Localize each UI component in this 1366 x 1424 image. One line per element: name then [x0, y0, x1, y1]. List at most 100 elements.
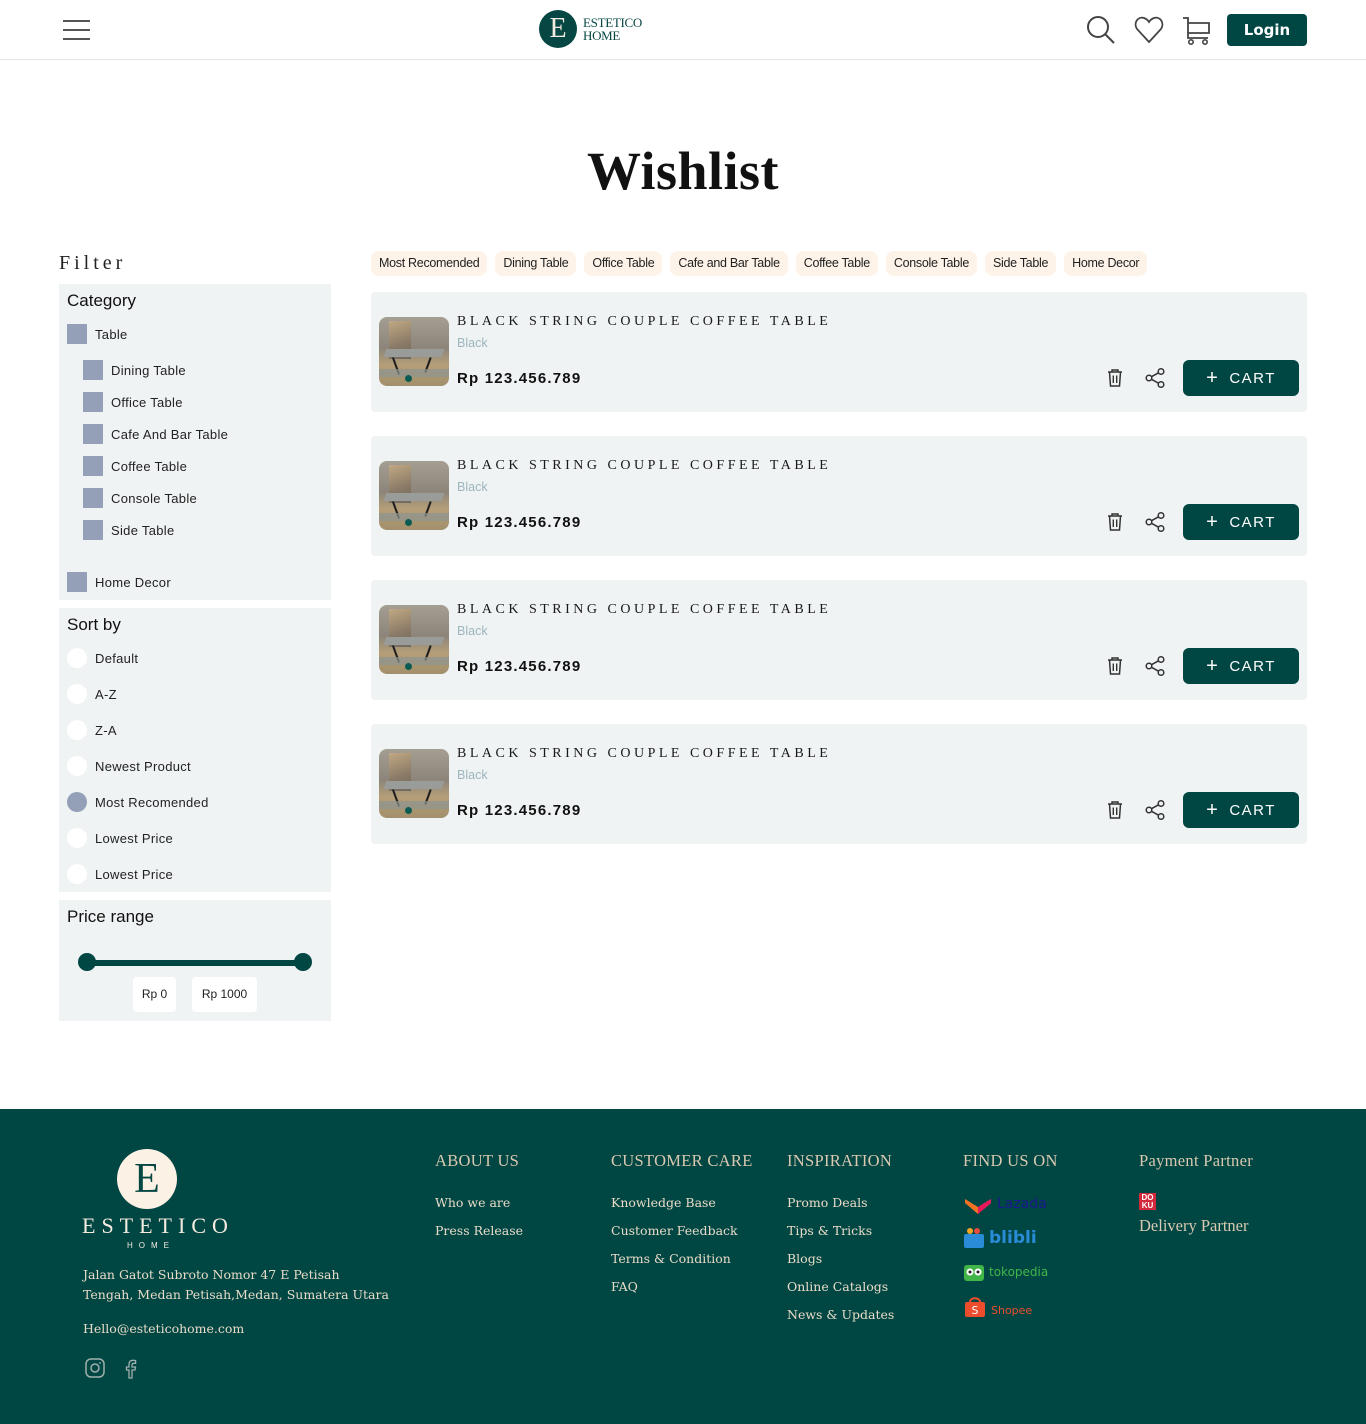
category-checkbox-cafe-bar-table[interactable]: Cafe And Bar Table — [83, 424, 228, 444]
sort-radio-a-z[interactable]: A-Z — [67, 684, 117, 704]
category-checkbox-table[interactable]: Table — [67, 324, 128, 344]
footer-link-blogs[interactable]: Blogs — [787, 1245, 894, 1273]
sort-radio-z-a[interactable]: Z-A — [67, 720, 117, 740]
chip-console-table[interactable]: Console Table — [885, 251, 977, 276]
instagram-icon[interactable] — [84, 1357, 106, 1379]
cart-icon[interactable] — [1182, 15, 1212, 45]
footer-link-knowledge-base[interactable]: Knowledge Base — [611, 1189, 753, 1217]
trash-icon[interactable] — [1104, 367, 1126, 389]
product-name[interactable]: BLACK STRING COUPLE COFFEE TABLE — [457, 314, 831, 330]
footer-email[interactable]: Hello@esteticohome.com — [83, 1321, 244, 1336]
footer-about-title: ABOUT US — [435, 1151, 520, 1170]
trash-icon[interactable] — [1104, 655, 1126, 677]
share-icon[interactable] — [1144, 511, 1166, 533]
product-image[interactable] — [379, 461, 449, 530]
product-image[interactable] — [379, 317, 449, 386]
sort-radio-most-recommended[interactable]: Most Recomended — [67, 792, 209, 812]
footer-link-who-we-are[interactable]: Who we are — [435, 1189, 523, 1217]
product-name[interactable]: BLACK STRING COUPLE COFFEE TABLE — [457, 458, 831, 474]
radio[interactable] — [67, 684, 87, 704]
site-footer: E ESTETICO HOME Jalan Gatot Subroto Nomo… — [0, 1109, 1366, 1424]
checkbox[interactable] — [83, 424, 103, 444]
share-icon[interactable] — [1144, 367, 1166, 389]
tokopedia-logo[interactable]: tokopedia — [963, 1257, 1058, 1287]
logo-text: ESTETICO HOME — [583, 16, 642, 42]
chip-side-table[interactable]: Side Table — [984, 251, 1057, 276]
price-slider-track[interactable] — [87, 960, 303, 966]
category-checkbox-home-decor[interactable]: Home Decor — [67, 572, 171, 592]
radio[interactable] — [67, 648, 87, 668]
price-slider-min-handle[interactable] — [78, 953, 96, 971]
chip-most-recommended[interactable]: Most Recomended — [371, 251, 488, 276]
sort-radio-lowest-price[interactable]: Lowest Price — [67, 828, 173, 848]
search-icon[interactable] — [1086, 15, 1116, 45]
checkbox[interactable] — [83, 520, 103, 540]
checkbox[interactable] — [83, 456, 103, 476]
chip-cafe-bar-table[interactable]: Cafe and Bar Table — [670, 251, 788, 276]
checkbox[interactable] — [67, 324, 87, 344]
footer-inspiration-column: INSPIRATION Promo Deals Tips & Tricks Bl… — [787, 1151, 894, 1329]
doku-logo[interactable]: DO KU — [1139, 1193, 1156, 1210]
cart-button-label: CART — [1229, 513, 1276, 531]
product-image[interactable] — [379, 605, 449, 674]
add-to-cart-button[interactable]: + CART — [1183, 504, 1299, 540]
product-variant: Black — [457, 624, 488, 638]
product-variant: Black — [457, 336, 488, 350]
chip-home-decor[interactable]: Home Decor — [1064, 251, 1148, 276]
add-to-cart-button[interactable]: + CART — [1183, 792, 1299, 828]
radio[interactable] — [67, 864, 87, 884]
footer-link-promo-deals[interactable]: Promo Deals — [787, 1189, 894, 1217]
footer-link-news-updates[interactable]: News & Updates — [787, 1301, 894, 1329]
shopee-logo[interactable]: S Shopee — [963, 1291, 1058, 1321]
product-name[interactable]: BLACK STRING COUPLE COFFEE TABLE — [457, 746, 831, 762]
sort-radio-lowest-price-2[interactable]: Lowest Price — [67, 864, 173, 884]
share-icon[interactable] — [1144, 799, 1166, 821]
checkbox[interactable] — [83, 360, 103, 380]
footer-partner-column: Payment Partner DO KU Delivery Partner — [1139, 1151, 1253, 1236]
menu-icon[interactable] — [63, 18, 91, 42]
radio-selected[interactable] — [67, 792, 87, 812]
footer-link-customer-feedback[interactable]: Customer Feedback — [611, 1217, 753, 1245]
share-icon[interactable] — [1144, 655, 1166, 677]
category-checkbox-coffee-table[interactable]: Coffee Table — [83, 456, 187, 476]
site-logo[interactable]: E ESTETICO HOME — [539, 10, 642, 48]
login-button[interactable]: Login — [1227, 14, 1307, 46]
chip-coffee-table[interactable]: Coffee Table — [795, 251, 878, 276]
footer-link-tips-tricks[interactable]: Tips & Tricks — [787, 1217, 894, 1245]
sort-radio-default[interactable]: Default — [67, 648, 138, 668]
trash-icon[interactable] — [1104, 511, 1126, 533]
facebook-icon[interactable] — [120, 1357, 142, 1379]
heart-icon[interactable] — [1134, 15, 1164, 45]
radio[interactable] — [67, 720, 87, 740]
sort-radio-newest[interactable]: Newest Product — [67, 756, 191, 776]
price-max-input[interactable]: Rp 1000 — [192, 977, 257, 1012]
chip-dining-table[interactable]: Dining Table — [495, 251, 577, 276]
product-name[interactable]: BLACK STRING COUPLE COFFEE TABLE — [457, 602, 831, 618]
price-slider-max-handle[interactable] — [294, 953, 312, 971]
product-price: Rp 123.456.789 — [457, 658, 582, 675]
blibli-logo[interactable]: blibli — [963, 1223, 1058, 1253]
radio[interactable] — [67, 828, 87, 848]
trash-icon[interactable] — [1104, 799, 1126, 821]
footer-link-online-catalogs[interactable]: Online Catalogs — [787, 1273, 894, 1301]
checkbox[interactable] — [67, 572, 87, 592]
category-checkbox-dining-table[interactable]: Dining Table — [83, 360, 186, 380]
footer-link-press-release[interactable]: Press Release — [435, 1217, 523, 1245]
shopee-icon: S — [965, 1297, 985, 1317]
add-to-cart-button[interactable]: + CART — [1183, 648, 1299, 684]
price-min-input[interactable]: Rp 0 — [133, 977, 176, 1012]
product-image[interactable] — [379, 749, 449, 818]
category-checkbox-office-table[interactable]: Office Table — [83, 392, 183, 412]
checkbox[interactable] — [83, 392, 103, 412]
checkbox-label: Home Decor — [95, 574, 171, 590]
category-checkbox-side-table[interactable]: Side Table — [83, 520, 174, 540]
footer-payment-title: Payment Partner — [1139, 1151, 1254, 1170]
footer-link-faq[interactable]: FAQ — [611, 1273, 753, 1301]
chip-office-table[interactable]: Office Table — [584, 251, 663, 276]
radio[interactable] — [67, 756, 87, 776]
checkbox[interactable] — [83, 488, 103, 508]
lazada-logo[interactable]: Lazada — [963, 1189, 1058, 1219]
footer-link-terms[interactable]: Terms & Condition — [611, 1245, 753, 1273]
add-to-cart-button[interactable]: + CART — [1183, 360, 1299, 396]
category-checkbox-console-table[interactable]: Console Table — [83, 488, 197, 508]
